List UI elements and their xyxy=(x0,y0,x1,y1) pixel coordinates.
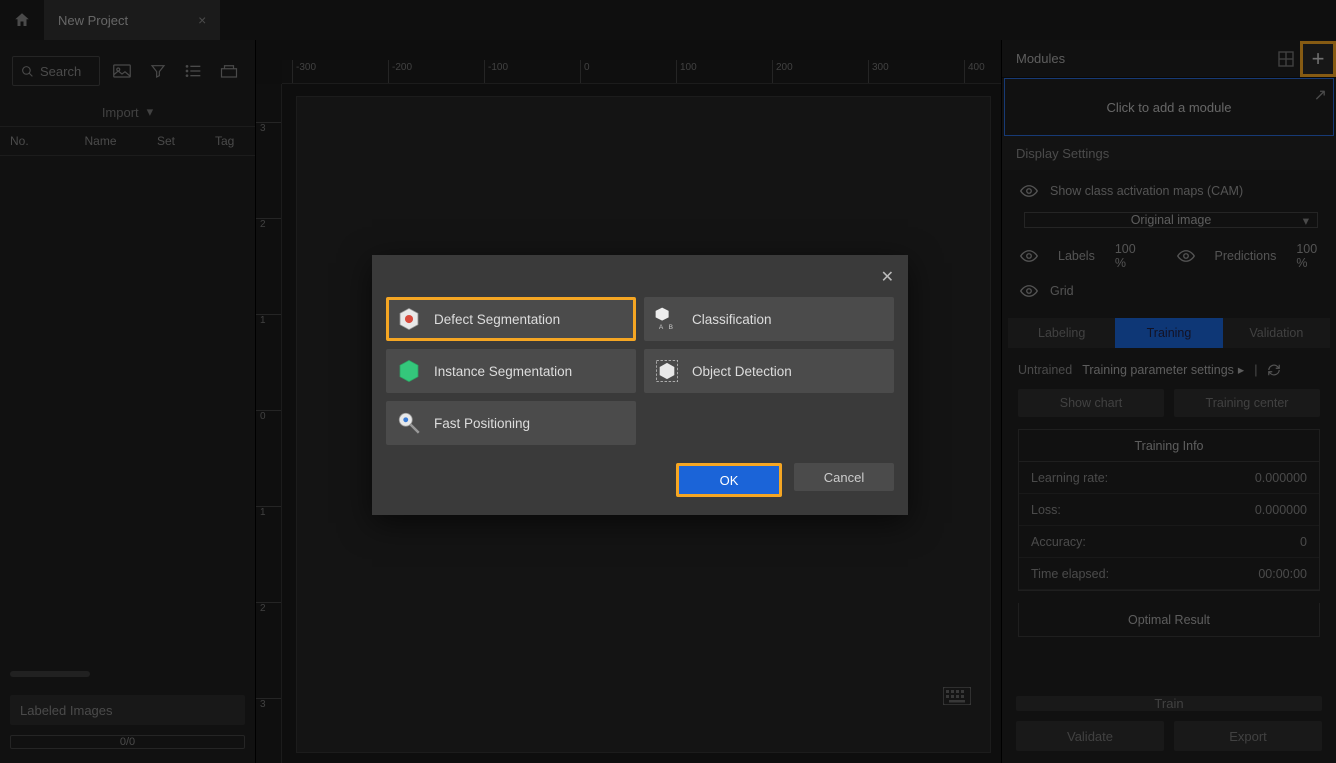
option-label: Defect Segmentation xyxy=(434,312,560,327)
option-label: Instance Segmentation xyxy=(434,364,572,379)
add-module-dialog: ✕ Defect Segmentation AB Classification … xyxy=(372,255,908,515)
instance-seg-icon xyxy=(396,358,422,384)
fast-positioning-icon xyxy=(396,410,422,436)
ok-button[interactable]: OK xyxy=(676,463,782,497)
option-label: Classification xyxy=(692,312,772,327)
cancel-button[interactable]: Cancel xyxy=(794,463,894,491)
option-object-detection[interactable]: Object Detection xyxy=(644,349,894,393)
svg-text:B: B xyxy=(669,324,673,331)
option-label: Fast Positioning xyxy=(434,416,530,431)
option-defect-segmentation[interactable]: Defect Segmentation xyxy=(386,297,636,341)
option-label: Object Detection xyxy=(692,364,792,379)
option-classification[interactable]: AB Classification xyxy=(644,297,894,341)
object-detection-icon xyxy=(654,358,680,384)
close-icon[interactable]: ✕ xyxy=(881,267,894,287)
classification-icon: AB xyxy=(654,306,680,332)
option-fast-positioning[interactable]: Fast Positioning xyxy=(386,401,636,445)
svg-text:A: A xyxy=(659,324,664,331)
defect-seg-icon xyxy=(396,306,422,332)
option-instance-segmentation[interactable]: Instance Segmentation xyxy=(386,349,636,393)
